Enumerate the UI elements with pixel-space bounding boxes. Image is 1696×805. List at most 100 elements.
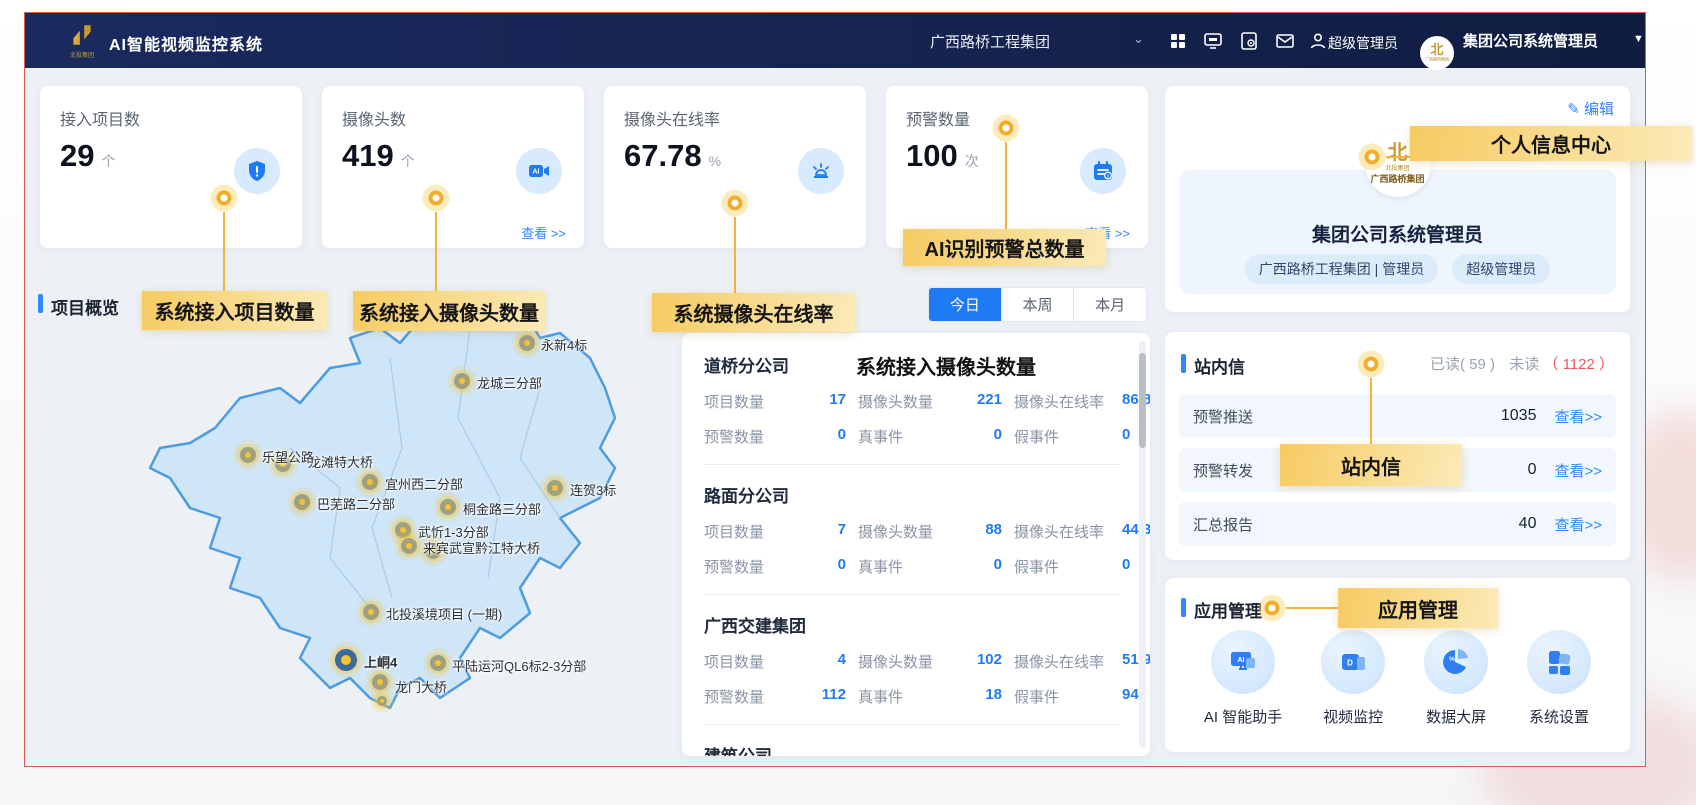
callout-line: [223, 212, 225, 291]
field-label: 项目数量: [704, 391, 784, 412]
callout-camera-count: 系统接入摄像头数量: [353, 291, 545, 331]
map-marker-label: 北投溪境项目 (一期): [386, 604, 502, 623]
current-user[interactable]: 集团公司系统管理员: [1463, 30, 1598, 51]
field-value: 0: [958, 556, 1002, 577]
section-bar: [38, 294, 43, 313]
map-marker[interactable]: [401, 538, 417, 554]
avatar[interactable]: 北 广西路桥集团: [1420, 36, 1454, 70]
map-marker-selected[interactable]: [335, 649, 357, 671]
map-marker[interactable]: [395, 522, 411, 538]
grid-menu-icon[interactable]: [1168, 31, 1188, 51]
map-marker[interactable]: [454, 373, 470, 389]
field-value: 112: [796, 686, 846, 707]
app-ai-assistant[interactable]: AI AI 智能助手: [1204, 630, 1282, 727]
tab-this-month[interactable]: 本月: [1073, 288, 1146, 321]
scrollbar-thumb[interactable]: [1139, 353, 1146, 448]
map-marker[interactable]: [547, 480, 563, 496]
app-label: AI 智能助手: [1204, 706, 1282, 727]
data-screen-icon: %: [1424, 630, 1488, 694]
message-count: 40: [1519, 515, 1537, 533]
view-link[interactable]: 查看>>: [1554, 406, 1602, 427]
callout-ring: [999, 121, 1014, 136]
stat-card-alerts: 预警数量 100次 i 查看 >>: [886, 86, 1148, 248]
field-label: 真事件: [858, 556, 946, 577]
company-stats-row: 项目数量 4 摄像头数量 102 摄像头在线率 51.96%: [704, 651, 1120, 672]
map-marker-label: 龙滩特大桥: [308, 452, 373, 471]
caret-down-icon[interactable]: ▼: [1633, 33, 1644, 45]
message-row[interactable]: 汇总报告 40 查看>>: [1179, 502, 1616, 546]
top-header: 北投集团 AI智能视频监控系统 广西路桥工程集团 ⌄ 超级管理员 北 广西路桥集…: [25, 13, 1645, 68]
shield-alert-icon: [234, 148, 280, 194]
messages-title: 站内信: [1194, 353, 1245, 378]
callout-line: [435, 212, 437, 291]
company-block: 路面分公司 项目数量 7 摄像头数量 88 摄像头在线率 44.32% 预警数量…: [704, 482, 1120, 577]
map-marker-label: 宜州西二分部: [385, 474, 463, 493]
app-video-monitor[interactable]: D 视频监控: [1321, 630, 1385, 727]
app-data-screen[interactable]: % 数据大屏: [1424, 630, 1488, 727]
map-marker[interactable]: [377, 696, 387, 706]
app-system-settings[interactable]: 系统设置: [1527, 630, 1591, 727]
monitor-icon[interactable]: [1203, 31, 1223, 51]
section-bar: [1181, 598, 1186, 617]
edit-button[interactable]: ✎ 编辑: [1567, 98, 1614, 119]
tab-this-week[interactable]: 本周: [1001, 288, 1074, 321]
org-logo-glyph: 北: [1388, 144, 1408, 162]
callout-ring: [728, 196, 743, 211]
profile-tag: 超级管理员: [1452, 254, 1550, 284]
map-marker[interactable]: [519, 335, 535, 351]
stat-value: 29个: [60, 138, 115, 174]
map-marker[interactable]: [240, 447, 256, 463]
field-label: 摄像头数量: [858, 391, 946, 412]
svg-text:D: D: [1347, 659, 1353, 668]
map-marker[interactable]: [440, 499, 456, 515]
field-value: 102: [958, 651, 1002, 672]
field-label: 真事件: [858, 686, 946, 707]
tab-today[interactable]: 今日: [929, 288, 1001, 321]
field-value: 94: [1122, 686, 1139, 707]
field-value: 0: [1122, 426, 1130, 447]
field-label: 项目数量: [704, 651, 784, 672]
map-marker-label: 桐金路三分部: [463, 499, 541, 518]
chevron-down-icon[interactable]: ⌄: [1133, 31, 1144, 47]
message-row[interactable]: 预警推送 1035 查看>>: [1179, 394, 1616, 438]
svg-text:AI: AI: [533, 169, 540, 176]
app-logo: 北投集团: [65, 22, 99, 60]
map-marker[interactable]: [294, 494, 310, 510]
stat-unit: 个: [401, 153, 415, 169]
map-marker-label: 乐望公路: [262, 447, 314, 466]
field-value: 0: [796, 556, 846, 577]
callout-line: [1370, 378, 1372, 444]
callout-line: [1386, 156, 1412, 158]
company-stats-row: 项目数量 7 摄像头数量 88 摄像头在线率 44.32%: [704, 521, 1120, 542]
app-label: 视频监控: [1323, 706, 1383, 727]
callout-ring: [429, 191, 444, 206]
callout-ring: [1364, 357, 1379, 372]
map-marker-label: 巴芜路二分部: [317, 494, 395, 513]
company-block: 广西交建集团 项目数量 4 摄像头数量 102 摄像头在线率 51.96% 预警…: [704, 612, 1120, 707]
field-value: 0: [796, 426, 846, 447]
view-link[interactable]: 查看 >>: [521, 223, 566, 242]
user-icon[interactable]: [1308, 31, 1328, 51]
company-name: 广西交建集团: [704, 612, 1120, 637]
map-marker[interactable]: [430, 655, 446, 671]
system-settings-icon: [1527, 630, 1591, 694]
stat-unit: 个: [101, 153, 115, 169]
map-marker[interactable]: [372, 674, 388, 690]
map-marker-label: 连贺3标: [570, 480, 616, 499]
map-marker[interactable]: [363, 604, 379, 620]
device-settings-icon[interactable]: [1239, 31, 1259, 51]
company-stats-row: 预警数量 0 真事件 0 假事件 0: [704, 556, 1120, 577]
company-stats-row: 预警数量 112 真事件 18 假事件 94: [704, 686, 1120, 707]
profile-tag: 广西路桥工程集团 | 管理员: [1245, 254, 1438, 284]
view-link[interactable]: 查看>>: [1554, 460, 1602, 481]
scrollbar-track[interactable]: [1139, 341, 1146, 748]
role-label[interactable]: 超级管理员: [1328, 33, 1398, 53]
org-selector[interactable]: 广西路桥工程集团: [930, 31, 1100, 52]
app-label: 系统设置: [1529, 706, 1589, 727]
map-marker[interactable]: [362, 474, 378, 490]
field-value: 0: [958, 426, 1002, 447]
view-link[interactable]: 查看>>: [1554, 514, 1602, 535]
map-marker-label: 龙门大桥: [395, 677, 447, 696]
message-label: 预警推送: [1193, 406, 1501, 427]
mail-icon[interactable]: [1275, 31, 1295, 51]
